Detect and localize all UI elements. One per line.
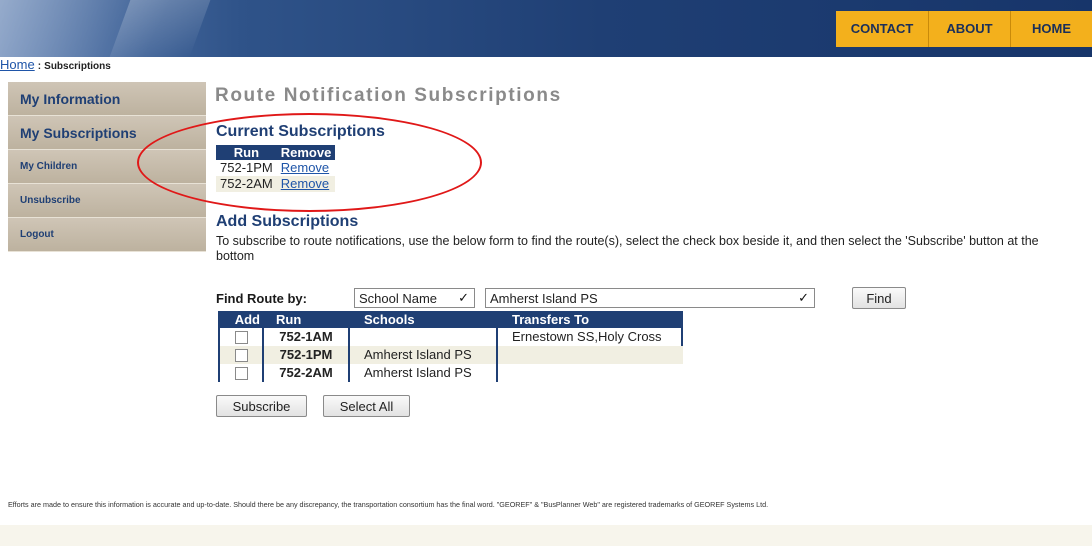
remove-link[interactable]: Remove (281, 160, 329, 175)
column-header-remove: Remove (276, 145, 336, 160)
add-subscriptions-heading: Add Subscriptions (216, 213, 359, 230)
route-run: 752-2AM (262, 364, 348, 382)
sidebar-item-logout[interactable]: Logout (8, 218, 206, 252)
add-checkbox[interactable] (234, 367, 248, 380)
breadcrumb-current: Subscriptions (44, 61, 111, 72)
subscribe-button[interactable]: Subscribe (216, 395, 307, 417)
current-subscriptions-table: Run Remove 752-1PM Remove 752-2AM Remove (216, 145, 336, 192)
page: CONTACT ABOUT HOME Home : Subscriptions … (0, 0, 1092, 546)
nav-home[interactable]: HOME (1010, 11, 1092, 47)
find-route-label: Find Route by: (216, 290, 307, 306)
breadcrumb-home-link[interactable]: Home (0, 57, 35, 72)
nav-about[interactable]: ABOUT (928, 11, 1010, 47)
add-checkbox[interactable] (234, 331, 248, 344)
sidebar-item-my-information[interactable]: My Information (8, 82, 206, 116)
find-by-select[interactable]: School Name ✓ (354, 288, 475, 308)
footer-bar (0, 525, 1092, 546)
breadcrumb: Home : Subscriptions (0, 58, 111, 74)
school-value: Amherst Island PS (490, 290, 598, 306)
select-all-button[interactable]: Select All (323, 395, 410, 417)
current-subscriptions-header-row: Run Remove (216, 145, 336, 160)
add-instructions: To subscribe to route notifications, use… (216, 234, 1039, 263)
table-row: 752-2AM Remove (216, 176, 336, 192)
sidebar-item-my-children[interactable]: My Children (8, 150, 206, 184)
find-button[interactable]: Find (852, 287, 906, 309)
table-row: 752-1PM Remove (216, 160, 335, 176)
column-header-transfers-to: Transfers To (496, 311, 683, 328)
current-subscriptions-heading: Current Subscriptions (216, 123, 385, 140)
route-run: 752-1AM (262, 328, 348, 346)
route-transfers: Ernestown SS,Holy Cross (496, 328, 683, 346)
routes-header-row: Add Run Schools Transfers To (218, 311, 683, 328)
add-checkbox[interactable] (234, 349, 248, 362)
sidebar: My Information My Subscriptions My Child… (8, 82, 206, 252)
table-row: 752-1AM Ernestown SS,Holy Cross (218, 328, 683, 346)
subscription-run: 752-1PM (220, 160, 273, 175)
find-by-value: School Name (359, 290, 438, 306)
sidebar-item-unsubscribe[interactable]: Unsubscribe (8, 184, 206, 218)
route-transfers (496, 364, 683, 382)
column-header-run: Run (216, 145, 277, 160)
column-header-add: Add (218, 311, 262, 328)
route-schools: Amherst Island PS (348, 346, 496, 364)
route-run: 752-1PM (262, 346, 348, 364)
nav-contact[interactable]: CONTACT (836, 11, 928, 47)
table-row: 752-2AM Amherst Island PS (218, 364, 683, 382)
action-buttons: Subscribe Select All (216, 395, 410, 417)
chevron-down-icon: ✓ (798, 290, 809, 305)
route-schools: Amherst Island PS (348, 364, 496, 382)
table-row: 752-1PM Amherst Island PS (218, 346, 683, 364)
column-header-run: Run (262, 311, 348, 328)
footer-disclaimer: Efforts are made to ensure this informat… (8, 500, 769, 509)
breadcrumb-separator: : (37, 61, 42, 72)
column-header-schools: Schools (348, 311, 496, 328)
remove-link[interactable]: Remove (281, 176, 329, 191)
route-transfers (496, 346, 683, 364)
header-banner: CONTACT ABOUT HOME (0, 0, 1092, 57)
route-schools (348, 328, 496, 346)
chevron-down-icon: ✓ (458, 290, 469, 305)
page-title: Route Notification Subscriptions (215, 85, 562, 106)
subscription-run: 752-2AM (216, 176, 277, 192)
top-nav: CONTACT ABOUT HOME (836, 11, 1092, 47)
school-select[interactable]: Amherst Island PS ✓ (485, 288, 815, 308)
routes-table: Add Run Schools Transfers To 752-1AM Ern… (218, 311, 683, 382)
sidebar-item-my-subscriptions[interactable]: My Subscriptions (8, 116, 206, 150)
find-route-row: Find Route by: School Name ✓ Amherst Isl… (216, 287, 906, 309)
